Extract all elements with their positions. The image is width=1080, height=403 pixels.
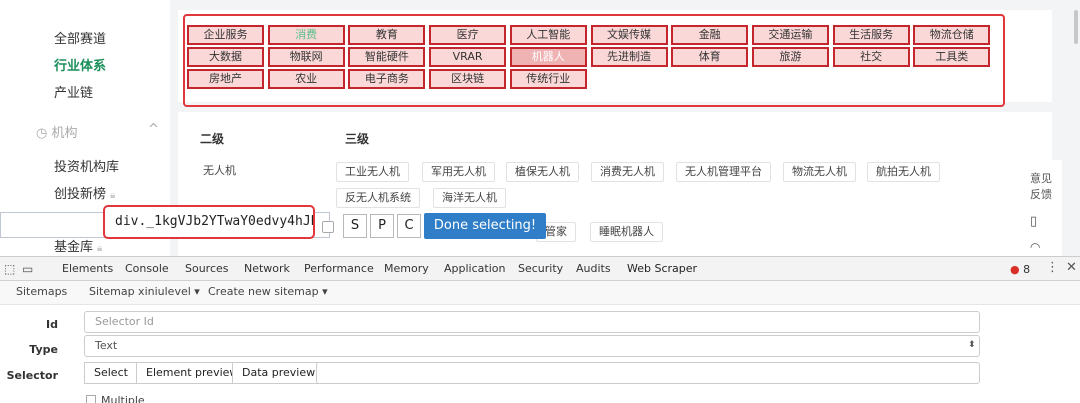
chevron-up-icon: ^	[148, 122, 159, 137]
industry-tag[interactable]: 智能硬件	[348, 47, 426, 67]
lock-icon: 🔒︎	[97, 243, 103, 254]
headset-icon[interactable]: ◠	[1030, 240, 1040, 254]
nav-group-label: 机构	[51, 126, 78, 141]
tab-audits[interactable]: Audits	[576, 257, 611, 281]
industry-tag[interactable]: 工具类	[913, 47, 991, 67]
data-preview-button[interactable]: Data preview	[232, 362, 326, 384]
type-label: Type	[29, 343, 58, 356]
inspect-icon[interactable]: ⬚	[4, 262, 15, 276]
selector-label: Selector	[6, 369, 58, 382]
type-select[interactable]: Text	[84, 335, 980, 357]
multiple-option[interactable]: Multiple	[86, 394, 145, 403]
id-label: Id	[46, 318, 58, 331]
level2-header: 二级	[200, 132, 225, 146]
level3-chip[interactable]: 航拍无人机	[867, 162, 940, 182]
tab-application[interactable]: Application	[444, 257, 505, 281]
level3-chip[interactable]: 海洋无人机	[433, 188, 506, 208]
industry-tag[interactable]: 文娱传媒	[590, 25, 668, 45]
lock-icon: 🔒︎	[110, 190, 116, 201]
nav-item-industry-chain[interactable]: 产业链	[54, 82, 93, 101]
select-child-button[interactable]: C	[397, 214, 421, 238]
industry-tag[interactable]: 农业	[267, 69, 345, 89]
industry-tag[interactable]: 金融	[671, 25, 749, 45]
level3-chip[interactable]: 消费无人机	[591, 162, 664, 182]
tab-web-scraper[interactable]: Web Scraper	[627, 257, 698, 283]
tab-elements[interactable]: Elements	[62, 257, 113, 281]
industry-tag[interactable]: 区块链	[429, 69, 507, 89]
create-sitemap-dropdown[interactable]: Create new sitemap ▾	[208, 281, 328, 303]
select-button[interactable]: Select	[84, 362, 138, 384]
page-scrollbar[interactable]	[1074, 10, 1078, 44]
close-icon[interactable]: ✕	[1066, 260, 1077, 275]
selector-input[interactable]	[316, 362, 980, 384]
industry-tag[interactable]: 体育	[671, 47, 749, 67]
sitemap-dropdown[interactable]: Sitemap xiniulevel ▾	[89, 281, 200, 303]
industry-tag[interactable]: 先进制造	[590, 47, 668, 67]
industry-tag[interactable]: VRAR	[429, 47, 507, 67]
industry-tag[interactable]: 人工智能	[509, 25, 587, 45]
tab-sources[interactable]: Sources	[185, 257, 229, 281]
multiple-checkbox[interactable]	[322, 221, 334, 233]
industry-tag[interactable]: 医疗	[429, 25, 507, 45]
error-icon: ●	[1010, 263, 1020, 276]
industry-tag[interactable]: 交通运输	[751, 25, 829, 45]
selector-text: div._1kgVJb2YTwaY0edvy4hJbS	[103, 205, 315, 239]
industry-tag[interactable]: 旅游	[751, 47, 829, 67]
level3-chip[interactable]: 物流无人机	[783, 162, 856, 182]
industry-tag[interactable]: 教育	[348, 25, 426, 45]
select-arrows-icon: ⬍	[968, 340, 976, 350]
device-toggle-icon[interactable]: ▭	[22, 262, 33, 276]
level3-header: 三级	[345, 132, 370, 146]
industry-tag[interactable]: 消费	[267, 25, 345, 45]
nav-item-all-tracks[interactable]: 全部赛道	[54, 28, 106, 47]
tab-network[interactable]: Network	[244, 257, 290, 281]
industry-tag[interactable]: 社交	[832, 47, 910, 67]
level3-chip[interactable]: 无人机管理平台	[676, 162, 771, 182]
more-options-icon[interactable]: ⋮	[1046, 260, 1059, 275]
level3-chip[interactable]: 睡眠机器人	[590, 222, 663, 242]
done-selecting-button[interactable]: Done selecting!	[424, 213, 546, 239]
industry-tag[interactable]: 大数据	[187, 47, 264, 67]
level3-chip[interactable]: 工业无人机	[336, 162, 409, 182]
web-scraper-nav: Sitemaps Sitemap xiniulevel ▾ Create new…	[0, 281, 1080, 305]
select-p-button[interactable]: P	[370, 214, 394, 238]
selector-id-input[interactable]: Selector Id	[84, 311, 980, 333]
industry-tag[interactable]: 传统行业	[509, 69, 587, 89]
nav-item-vc-ranking[interactable]: 创投新榜 🔒︎	[54, 183, 115, 202]
error-count-badge[interactable]: ● 8	[1010, 263, 1030, 276]
tab-memory[interactable]: Memory	[384, 257, 429, 281]
sitemaps-link[interactable]: Sitemaps	[16, 281, 67, 303]
tab-console[interactable]: Console	[125, 257, 169, 281]
level3-chip[interactable]: 军用无人机	[422, 162, 495, 182]
industry-tag[interactable]: 企业服务	[187, 25, 264, 45]
nav-item-investors[interactable]: 投资机构库	[54, 156, 119, 175]
level2-item[interactable]: 无人机	[195, 162, 244, 182]
industry-tag[interactable]: 电子商务	[348, 69, 426, 89]
select-parent-button[interactable]: S	[343, 214, 367, 238]
tab-security[interactable]: Security	[518, 257, 563, 281]
industry-tag[interactable]: 物流仓储	[913, 25, 991, 45]
devtools-tabbar: ⬚ ▭ Elements Console Sources Network Per…	[0, 257, 1080, 283]
clock-icon: ◷	[36, 126, 48, 141]
phone-icon[interactable]: ▯	[1030, 214, 1037, 229]
industry-tag[interactable]: 物联网	[267, 47, 345, 67]
nav-group-institutions[interactable]: ◷ 机构 ^	[36, 122, 159, 141]
nav-item-industry-system[interactable]: 行业体系	[54, 55, 106, 74]
level3-chip[interactable]: 植保无人机	[506, 162, 579, 182]
multiple-checkbox[interactable]	[86, 395, 96, 403]
nav-item-funds[interactable]: 基金库 🔒︎	[54, 236, 102, 255]
industry-tag[interactable]: 机器人	[509, 47, 587, 67]
tab-performance[interactable]: Performance	[304, 257, 374, 281]
feedback-button[interactable]: 意见 反馈	[1030, 170, 1052, 202]
level3-chip[interactable]: 反无人机系统	[336, 188, 420, 208]
industry-tag[interactable]: 房地产	[187, 69, 264, 89]
industry-tag[interactable]: 生活服务	[832, 25, 910, 45]
